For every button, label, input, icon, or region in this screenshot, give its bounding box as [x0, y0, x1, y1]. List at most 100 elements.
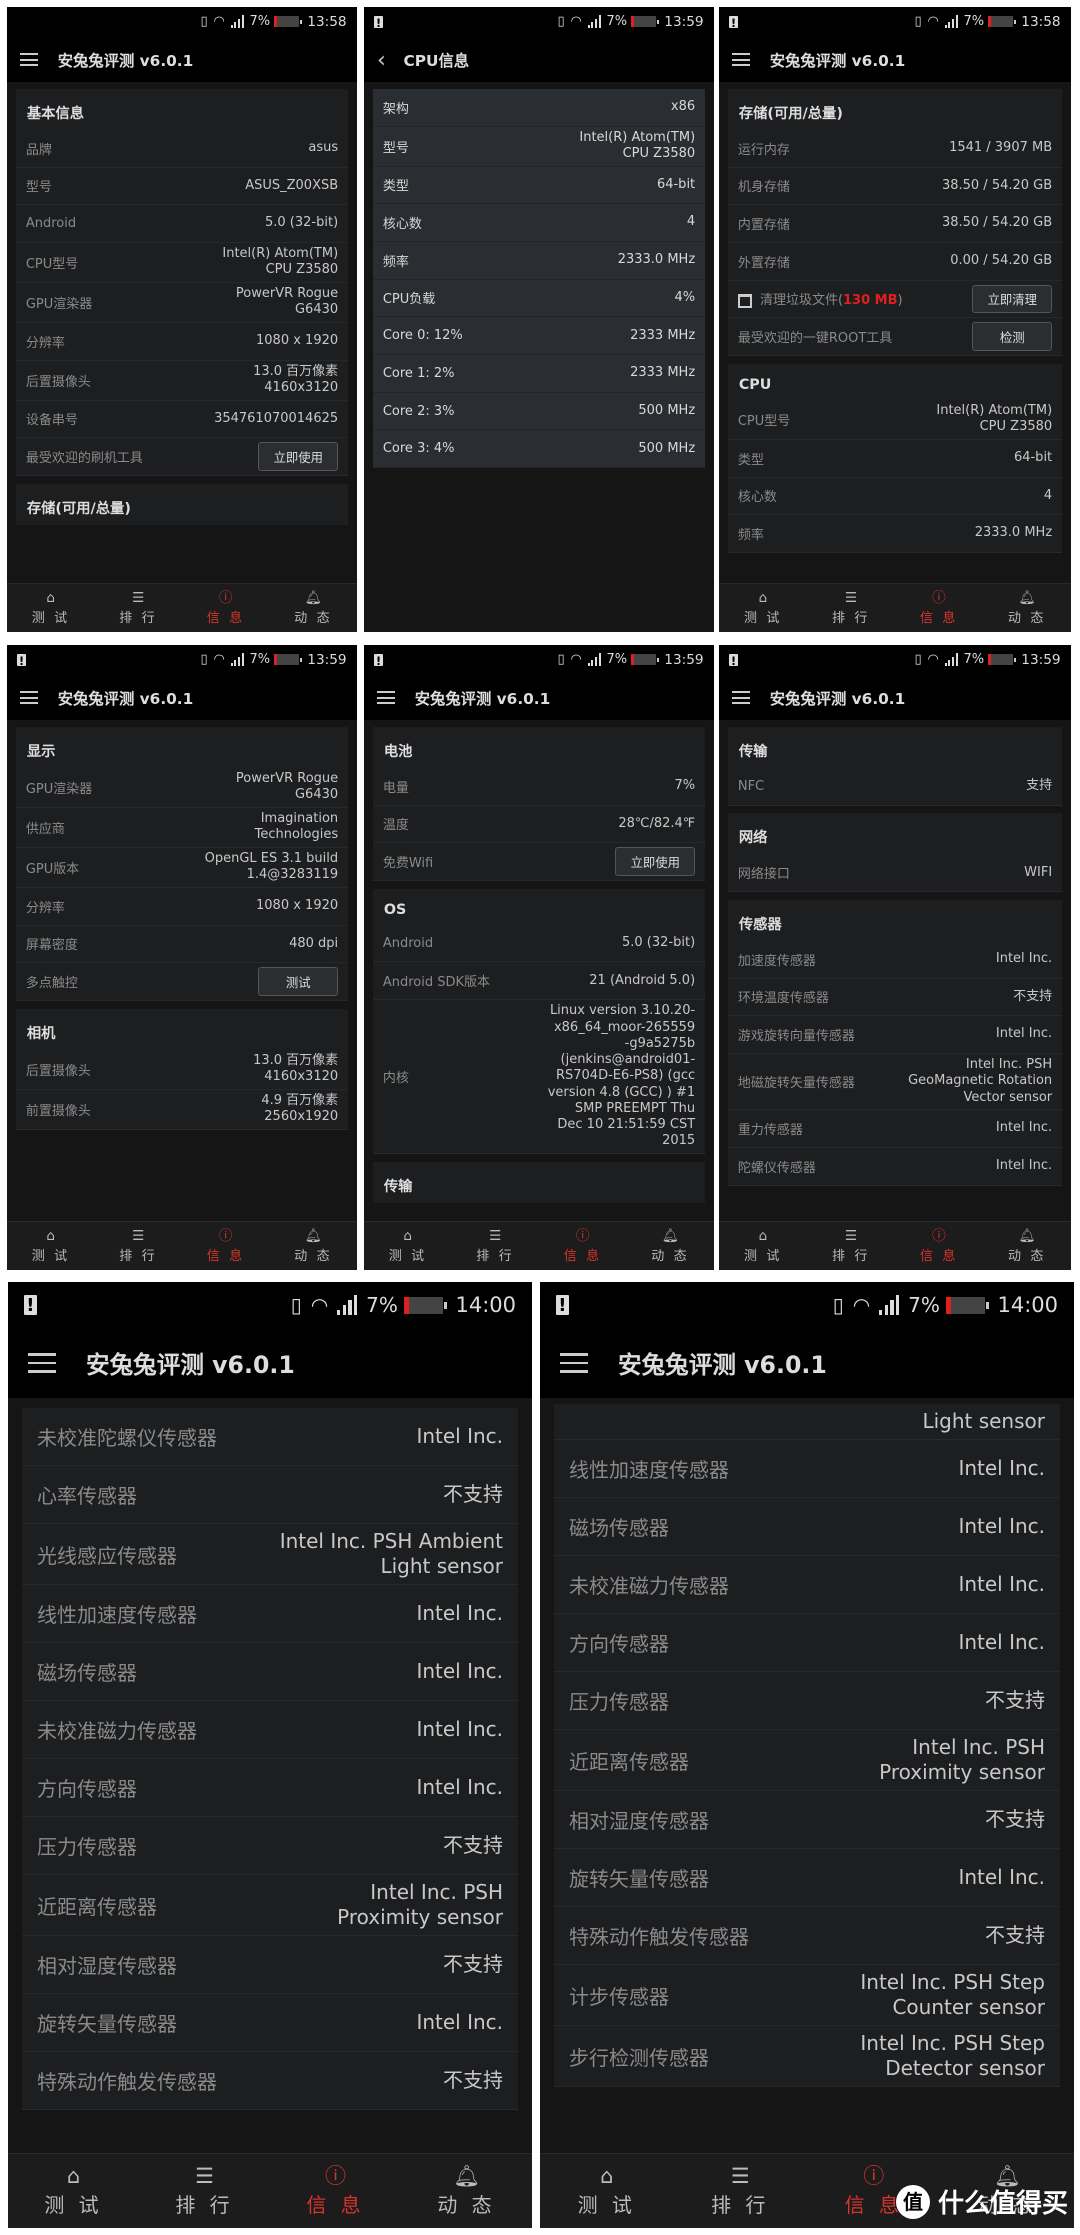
list-icon: ☰	[132, 1228, 145, 1245]
nav-tab-1[interactable]: ⌂ 测 试	[8, 2154, 139, 2228]
nav-tab-1[interactable]: ⌂ 测 试	[719, 584, 807, 632]
nav-tab-2[interactable]: ☰ 排 行	[807, 584, 895, 632]
info-row: GPU渲染器 PowerVR Rogue G6430	[16, 283, 348, 323]
hamburger-menu-icon[interactable]	[20, 691, 39, 705]
nav-tab-1[interactable]: ⌂ 测 试	[7, 1222, 95, 1270]
battery-alert-icon: !	[729, 15, 738, 30]
battery-percent: 7%	[963, 14, 985, 30]
row-value: 38.50 / 54.20 GB	[941, 177, 1053, 193]
nav-tab-2[interactable]: ☰ 排 行	[139, 2154, 270, 2228]
row-label: 温度	[383, 814, 618, 833]
row-action-button[interactable]: 检测	[972, 322, 1053, 351]
info-row: 相对湿度传感器 不支持	[22, 1936, 518, 1994]
row-label-text: 后置摄像头	[25, 374, 91, 390]
row-label: Android	[383, 936, 622, 951]
back-arrow-icon[interactable]: ‹	[377, 48, 386, 70]
battery-icon	[403, 1296, 447, 1314]
row-value: Intel(R) Atom(TM) CPU Z3580	[936, 403, 1053, 435]
info-row: 架构 x86	[373, 89, 705, 127]
battery-percent: 7%	[908, 1293, 940, 1317]
nav-tab-3[interactable]: ⓘ 信 息	[182, 584, 270, 632]
info-list[interactable]: 基本信息 品牌 asus 型号 ASUS_Z00XSB Android 5.0 (32-bi…	[7, 82, 357, 583]
row-value: 5.0 (32-bit)	[622, 934, 696, 950]
info-list[interactable]: 显示 GPU渲染器 PowerVR Rogue G6430 供应商 Imaginatio…	[7, 720, 357, 1221]
row-action-button[interactable]: 立即清理	[972, 284, 1053, 314]
row-value: 2333.0 MHz	[974, 525, 1053, 541]
row-value: 4	[686, 214, 696, 230]
nav-tab-4[interactable]: 🔔︎ 动 态	[627, 1222, 715, 1270]
status-bar: ! ▯ ◠ 7% 13:59	[719, 645, 1071, 675]
nav-tab-3[interactable]: ⓘ 信 息	[895, 1222, 983, 1270]
hamburger-menu-icon[interactable]	[28, 1353, 56, 1373]
row-label-text: 类型	[737, 452, 764, 468]
row-value: Intel(R) Atom(TM) CPU Z3580	[222, 246, 339, 278]
status-bar: ! ▯ ◠ 7% 13:58	[719, 7, 1071, 37]
nav-tab-3[interactable]: ⓘ 信 息	[895, 584, 983, 632]
row-action-button[interactable]: 立即使用	[258, 442, 339, 471]
nav-tab-2[interactable]: ☰ 排 行	[807, 1222, 895, 1270]
nav-tab-4[interactable]: 🔔︎ 动 态	[270, 1222, 358, 1270]
battery-icon	[274, 16, 302, 28]
nav-tab-4[interactable]: 🔔︎ 动 态	[401, 2154, 532, 2228]
nav-tab-4[interactable]: 🔔︎ 动 态	[983, 1222, 1071, 1270]
row-label-text: CPU型号	[737, 413, 791, 429]
row-action-button[interactable]: 测试	[258, 967, 339, 996]
row-value: 不支持	[985, 1807, 1045, 1831]
battery-icon	[988, 16, 1016, 28]
nav-tab-1[interactable]: ⌂ 测 试	[540, 2154, 674, 2228]
nav-tab-2[interactable]: ☰ 排 行	[95, 1222, 183, 1270]
info-list[interactable]: 传输 NFC 支持 网络 网络接口 WIFI 传感器 加速度传感器 Intel Inc. 环境温度…	[719, 720, 1071, 1221]
row-label: 外置存储	[738, 252, 950, 271]
info-row: 最受欢迎的一键ROOT工具 检测	[728, 318, 1062, 357]
section-heading: CPU	[738, 376, 772, 393]
list-icon: ☰	[844, 1228, 858, 1245]
row-label: 特殊动作触发传感器	[37, 2066, 443, 2095]
nav-tab-3[interactable]: ⓘ 信 息	[539, 1222, 627, 1270]
hamburger-menu-icon[interactable]	[377, 691, 396, 705]
section-heading: 网络	[738, 830, 768, 847]
row-label-text: 核心数	[737, 490, 777, 506]
row-label: 分辨率	[26, 897, 256, 916]
app-bar: ‹ CPU信息	[364, 36, 714, 83]
nav-tab-2[interactable]: ☰ 排 行	[95, 584, 183, 632]
hamburger-menu-icon[interactable]	[732, 53, 751, 67]
hamburger-menu-icon[interactable]	[20, 53, 39, 67]
row-label: 特殊动作触发传感器	[569, 1921, 985, 1950]
row-label: GPU渲染器	[26, 293, 236, 312]
info-list[interactable]: 电池 电量 7% 温度 28℃/82.4℉ 免费Wifi 立即使用 OS Android 5.0 …	[364, 720, 714, 1221]
hamburger-menu-icon[interactable]	[560, 1353, 588, 1373]
row-value: 2333 MHz	[630, 365, 696, 381]
row-label: 多点触控	[26, 972, 259, 991]
home-icon: ⌂	[46, 590, 56, 607]
nav-tab-3[interactable]: ⓘ 信 息	[270, 2154, 401, 2228]
wifi-icon: ◠	[927, 652, 939, 668]
status-bar: ! ▯ ◠ 7% 13:59	[7, 645, 357, 675]
nav-tab-4[interactable]: 🔔︎ 动 态	[270, 584, 358, 632]
nav-tab-1[interactable]: ⌂ 测 试	[719, 1222, 807, 1270]
row-label: 类型	[738, 449, 1014, 468]
info-row: 磁场传感器 Intel Inc.	[22, 1643, 518, 1701]
nav-tab-1[interactable]: ⌂ 测 试	[7, 584, 95, 632]
row-value: Intel Inc.	[995, 1120, 1053, 1136]
info-list[interactable]: 存储(可用/总量) 运行内存 1541 / 3907 MB 机身存储 38.50 / 5…	[719, 82, 1071, 583]
bell-icon: 🔔︎	[1018, 590, 1036, 607]
vibrate-icon: ▯	[557, 652, 565, 668]
wifi-icon: ◠	[310, 1293, 329, 1317]
info-list[interactable]: 架构 x86 型号 Intel(R) Atom(TM) CPU Z3580 类型 64-b…	[364, 82, 714, 632]
nav-tab-2[interactable]: ☰ 排 行	[452, 1222, 540, 1270]
info-row: 网络接口 WIFI	[728, 854, 1062, 893]
nav-tab-1[interactable]: ⌂ 测 试	[364, 1222, 452, 1270]
status-time: 14:00	[455, 1293, 516, 1317]
bottom-nav: ⌂ 测 试 ☰ 排 行 ⓘ 信 息 🔔︎ 动 态	[719, 1220, 1071, 1270]
info-list[interactable]: 未校准陀螺仪传感器 Intel Inc. 心率传感器 不支持 光线感应传感器 Intel …	[8, 1398, 532, 2153]
nav-tab-3[interactable]: ⓘ 信 息	[182, 1222, 270, 1270]
row-action-button[interactable]: 立即使用	[615, 847, 696, 876]
nav-tab-4[interactable]: 🔔︎ 动 态	[983, 584, 1071, 632]
nav-tab-2[interactable]: ☰ 排 行	[674, 2154, 808, 2228]
info-list[interactable]: Light sensor 线性加速度传感器 Intel Inc. 磁场传感器 Intel…	[540, 1398, 1074, 2153]
row-value: 64-bit	[1013, 450, 1053, 466]
nav-tab-label: 排 行	[119, 1248, 158, 1264]
vibrate-icon: ▯	[200, 14, 208, 30]
hamburger-menu-icon[interactable]	[732, 691, 751, 705]
info-section: 传感器 加速度传感器 Intel Inc. 环境温度传感器 不支持 游戏旋转向量传感器 In…	[728, 899, 1062, 1186]
